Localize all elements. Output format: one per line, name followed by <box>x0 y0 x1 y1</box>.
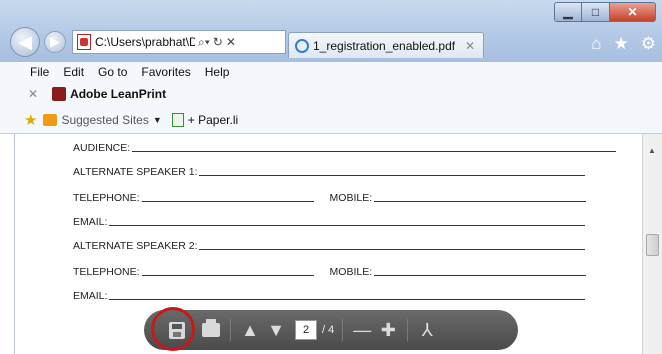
save-disk-icon <box>169 321 185 339</box>
menu-help[interactable]: Help <box>205 65 230 79</box>
refresh-icon[interactable]: ↻ <box>213 35 223 49</box>
leanprint-toolbar: ✕ Adobe LeanPrint <box>0 82 662 106</box>
input-alt-speaker-2[interactable] <box>199 249 586 250</box>
tab-registration-pdf[interactable]: 1_registration_enabled.pdf ✕ <box>288 32 484 58</box>
menu-favorites[interactable]: Favorites <box>141 65 190 79</box>
web-slice-icon <box>171 112 184 127</box>
close-button[interactable]: ✕ <box>610 2 656 22</box>
back-button[interactable]: ◀ <box>10 27 40 57</box>
search-icon[interactable]: ⌕▾ <box>198 35 210 50</box>
forward-arrow-icon: ▶ <box>50 34 60 49</box>
printer-icon <box>202 319 220 337</box>
label-telephone-2: TELEPHONE: <box>73 266 140 278</box>
label-alt-speaker-2: ALTERNATE SPEAKER 2: <box>73 240 198 252</box>
window-controls: ▁ □ ✕ <box>554 2 656 22</box>
favorites-star-icon[interactable]: ★ <box>614 34 629 54</box>
address-bar[interactable]: C:\Users\prabhat\D ⌕▾ ↻ ✕ <box>72 30 286 54</box>
suggested-sites-icon <box>43 113 58 126</box>
input-telephone-2[interactable] <box>141 275 314 276</box>
toolbar-divider <box>230 319 231 341</box>
arrow-up-icon: ▲ <box>241 319 259 340</box>
field-audience: AUDIENCE: <box>73 140 617 154</box>
label-mobile-1: MOBILE: <box>329 192 373 204</box>
open-in-acrobat-button[interactable]: ⅄ <box>414 317 440 343</box>
label-audience: AUDIENCE: <box>73 142 131 154</box>
toolbar-divider <box>342 319 344 341</box>
favorites-add-icon[interactable]: ★ <box>24 111 37 129</box>
stop-icon[interactable]: ✕ <box>226 35 236 49</box>
input-audience[interactable] <box>132 151 617 152</box>
field-email-2: EMAIL: <box>73 288 586 302</box>
page-total: / 4 <box>322 324 335 336</box>
minimize-button[interactable]: ▁ <box>554 2 582 22</box>
tab-title: 1_registration_enabled.pdf <box>313 38 456 53</box>
previous-page-button[interactable]: ▲ <box>237 317 263 343</box>
pdf-file-icon <box>77 34 91 50</box>
minus-icon: — <box>353 319 372 340</box>
gear-icon[interactable]: ⚙ <box>641 34 656 54</box>
toolbar-divider <box>407 319 409 341</box>
menu-goto[interactable]: Go to <box>98 65 127 79</box>
label-email-1: EMAIL: <box>73 216 108 228</box>
input-mobile-1[interactable] <box>374 201 587 202</box>
suggested-sites-link[interactable]: Suggested Sites <box>61 113 148 127</box>
label-telephone-1: TELEPHONE: <box>73 192 140 204</box>
vertical-scrollbar[interactable]: ▲ <box>642 134 662 354</box>
title-bar: ▁ □ ✕ ◀ ▶ C:\Users\prabhat\D ⌕▾ ↻ ✕ 1_re… <box>0 0 662 62</box>
leanprint-icon <box>52 87 67 101</box>
label-mobile-2: MOBILE: <box>329 266 373 278</box>
input-telephone-1[interactable] <box>141 201 314 202</box>
field-telephone-2: TELEPHONE: MOBILE: <box>73 264 587 278</box>
label-alt-speaker-1: ALTERNATE SPEAKER 1: <box>73 166 198 178</box>
tab-close-icon[interactable]: ✕ <box>465 39 475 53</box>
arrow-down-icon: ▼ <box>267 319 285 340</box>
address-text[interactable]: C:\Users\prabhat\D <box>95 35 195 49</box>
field-email-1: EMAIL: <box>73 214 586 228</box>
chevron-down-icon[interactable]: ▼ <box>153 115 162 125</box>
back-arrow-icon: ◀ <box>18 31 32 52</box>
input-alt-speaker-1[interactable] <box>199 175 586 176</box>
favorites-bar: ★ Suggested Sites ▼ + Paper.li <box>0 106 662 134</box>
scroll-up-icon[interactable]: ▲ <box>648 146 656 155</box>
forward-button[interactable]: ▶ <box>44 31 66 53</box>
leanprint-button[interactable]: Adobe LeanPrint <box>70 87 166 101</box>
menu-edit[interactable]: Edit <box>63 65 84 79</box>
page-number-input[interactable]: 2 <box>295 320 317 340</box>
print-button[interactable] <box>198 317 224 343</box>
paper-li-link[interactable]: + Paper.li <box>188 113 238 127</box>
zoom-out-button[interactable]: — <box>349 317 375 343</box>
label-email-2: EMAIL: <box>73 290 108 302</box>
input-mobile-2[interactable] <box>374 275 587 276</box>
save-button[interactable] <box>151 307 195 351</box>
zoom-in-button[interactable]: ✚ <box>375 317 401 343</box>
maximize-button[interactable]: □ <box>582 2 610 22</box>
field-alt-speaker-2: ALTERNATE SPEAKER 2: <box>73 238 586 252</box>
ie-icon <box>295 38 309 53</box>
input-email-1[interactable] <box>109 225 586 226</box>
input-email-2[interactable] <box>109 299 586 300</box>
menu-bar: File Edit Go to Favorites Help <box>0 62 662 82</box>
next-page-button[interactable]: ▼ <box>263 317 289 343</box>
acrobat-icon: ⅄ <box>421 319 433 340</box>
menu-file[interactable]: File <box>30 65 49 79</box>
leanprint-close-icon[interactable]: ✕ <box>28 87 38 101</box>
home-icon[interactable]: ⌂ <box>591 34 601 54</box>
pdf-toolbar: ▲ ▼ 2 / 4 — ✚ ⅄ <box>144 307 518 351</box>
browser-tools: ⌂ ★ ⚙ <box>591 34 656 54</box>
scroll-thumb[interactable] <box>646 234 659 256</box>
plus-icon: ✚ <box>380 319 396 340</box>
field-telephone-1: TELEPHONE: MOBILE: <box>73 190 587 204</box>
field-alt-speaker-1: ALTERNATE SPEAKER 1: <box>73 164 586 178</box>
